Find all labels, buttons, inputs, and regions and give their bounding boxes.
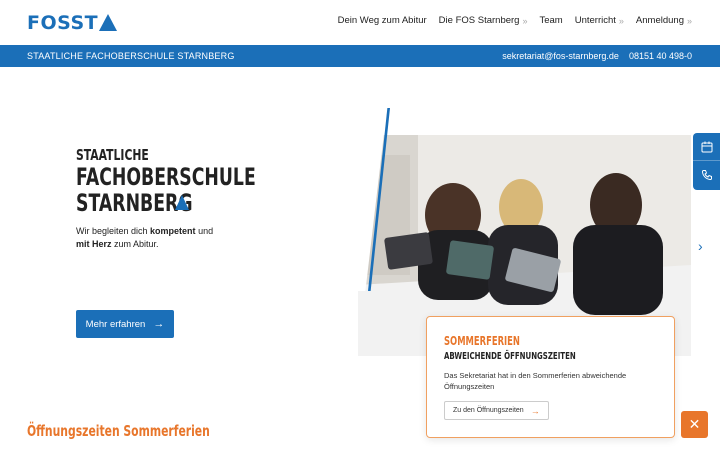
nav-item-label: Team: [539, 15, 563, 26]
calendar-tab[interactable]: [693, 133, 720, 161]
nav-item-team[interactable]: Team: [539, 15, 562, 26]
notice-text: Das Sekretariat hat in den Sommerferien …: [444, 371, 627, 391]
email-link[interactable]: sekretariat@fos-starnberg.de: [502, 51, 619, 61]
logo[interactable]: FOSST: [27, 12, 118, 34]
notice-title: SOMMERFERIEN: [444, 334, 520, 348]
hero-title-line3: STARNBERG: [76, 189, 193, 217]
nav-item-label: Dein Weg zum Abitur: [337, 15, 427, 26]
cta-label: Mehr erfahren: [85, 318, 146, 330]
notice-button-label: Zu den Öffnungszeiten: [453, 407, 524, 414]
hero-subtitle-bold: mit Herz: [76, 239, 112, 249]
arrow-right-icon: →: [530, 405, 540, 416]
school-name: STAATLICHE FACHOBERSCHULE STARNBERG: [27, 51, 235, 61]
hero-title-line1: STAATLICHE: [76, 146, 149, 164]
nav-item-anmeldung[interactable]: Anmeldung »: [636, 15, 692, 26]
hero-subtitle-text: und: [195, 226, 214, 236]
chevron-right-icon: »: [618, 15, 624, 26]
chevron-right-icon: »: [686, 15, 692, 26]
carousel-next-icon[interactable]: ›: [698, 238, 703, 254]
arrow-right-icon: →: [153, 318, 165, 330]
nav-item-label: Unterricht: [574, 15, 616, 26]
main-nav: Dein Weg zum Abitur Die FOS Starnberg » …: [338, 15, 692, 26]
site-header: FOSST Dein Weg zum Abitur Die FOS Starnb…: [0, 0, 720, 45]
chevron-right-icon: »: [522, 15, 528, 26]
hero-title-line2: FACHOBERSCHULE: [76, 163, 256, 191]
mehr-erfahren-button[interactable]: Mehr erfahren →: [76, 310, 174, 338]
nav-item-label: Anmeldung: [635, 15, 684, 26]
info-bar: STAATLICHE FACHOBERSCHULE STARNBERG sekr…: [0, 45, 720, 67]
hero-title: STAATLICHE FACHOBERSCHULE STARNBERG: [76, 146, 256, 217]
phone-link[interactable]: 08151 40 498-0: [629, 51, 692, 61]
phone-tab[interactable]: [693, 161, 720, 189]
notice-subtitle: ABWEICHENDE ÖFFNUNGSZEITEN: [444, 351, 576, 362]
nav-item-unterricht[interactable]: Unterricht »: [575, 15, 624, 26]
hero-subtitle-bold: kompetent: [150, 226, 196, 236]
hero-subtitle-text: Wir begleiten dich: [76, 226, 151, 236]
close-notice-button[interactable]: ✕: [681, 411, 708, 438]
oeffnungszeiten-button[interactable]: Zu den Öffnungszeiten →: [444, 401, 549, 420]
hero-card: STAATLICHE FACHOBERSCHULE STARNBERG Wir …: [27, 108, 387, 291]
hero-subtitle: Wir begleiten dich kompetent und mit Her…: [76, 225, 213, 251]
calendar-icon: [701, 141, 712, 152]
nav-item-label: Die FOS Starnberg: [438, 15, 520, 26]
contact-info: sekretariat@fos-starnberg.de 08151 40 49…: [502, 51, 692, 61]
section-title: Öffnungszeiten Sommerferien: [27, 422, 210, 440]
sommerferien-notice: SOMMERFERIEN ABWEICHENDE ÖFFNUNGSZEITEN …: [426, 316, 675, 438]
nav-item-weg-zum-abitur[interactable]: Dein Weg zum Abitur: [338, 15, 427, 26]
logo-text: FOSST: [27, 12, 99, 34]
brand-triangle-icon: [175, 195, 189, 210]
side-quick-links: [693, 133, 720, 190]
hero-subtitle-text: zum Abitur.: [111, 239, 159, 249]
logo-triangle-icon: [99, 13, 118, 31]
phone-icon: [701, 170, 712, 181]
close-icon: ✕: [688, 416, 701, 432]
nav-item-fos-starnberg[interactable]: Die FOS Starnberg »: [439, 15, 528, 26]
